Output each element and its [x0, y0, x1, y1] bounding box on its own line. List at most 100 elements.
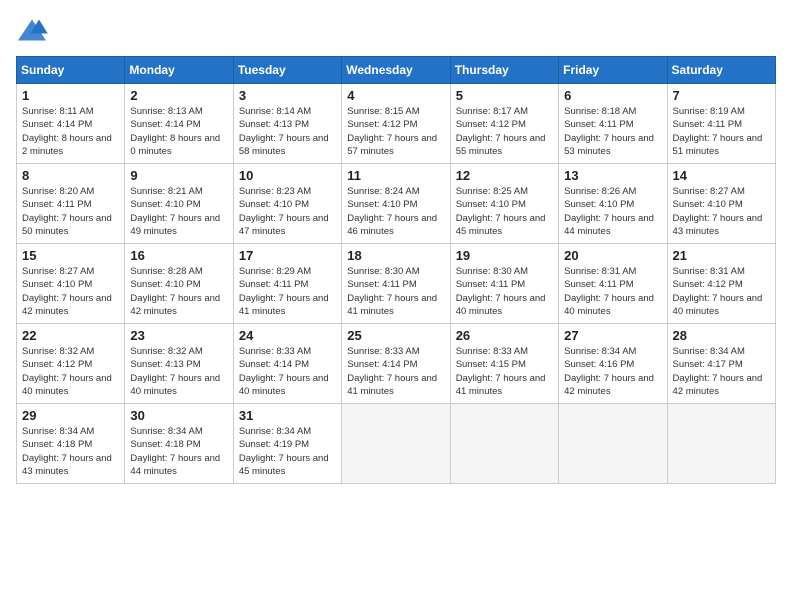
calendar-cell: 30 Sunrise: 8:34 AMSunset: 4:18 PMDayligh… [125, 404, 233, 484]
day-info: Sunrise: 8:25 AMSunset: 4:10 PMDaylight:… [456, 185, 553, 238]
calendar-cell: 27 Sunrise: 8:34 AMSunset: 4:16 PMDayligh… [559, 324, 667, 404]
calendar-cell: 1 Sunrise: 8:11 AMSunset: 4:14 PMDaylight… [17, 84, 125, 164]
day-info: Sunrise: 8:30 AMSunset: 4:11 PMDaylight:… [456, 265, 553, 318]
day-number: 18 [347, 248, 444, 263]
day-info: Sunrise: 8:33 AMSunset: 4:15 PMDaylight:… [456, 345, 553, 398]
calendar-cell: 12 Sunrise: 8:25 AMSunset: 4:10 PMDayligh… [450, 164, 558, 244]
calendar-cell: 3 Sunrise: 8:14 AMSunset: 4:13 PMDaylight… [233, 84, 341, 164]
day-number: 23 [130, 328, 227, 343]
day-number: 4 [347, 88, 444, 103]
day-info: Sunrise: 8:34 AMSunset: 4:18 PMDaylight:… [22, 425, 119, 478]
calendar-cell: 16Sunrise: 8:28 AMSunset: 4:10 PMDayligh… [125, 244, 233, 324]
calendar-cell: 23 Sunrise: 8:32 AMSunset: 4:13 PMDayligh… [125, 324, 233, 404]
calendar-cell: 31Sunrise: 8:34 AMSunset: 4:19 PMDayligh… [233, 404, 341, 484]
day-info: Sunrise: 8:27 AMSunset: 4:10 PMDaylight:… [673, 185, 770, 238]
calendar-cell: 2 Sunrise: 8:13 AMSunset: 4:14 PMDaylight… [125, 84, 233, 164]
day-number: 2 [130, 88, 227, 103]
day-number: 9 [130, 168, 227, 183]
calendar-cell: 14 Sunrise: 8:27 AMSunset: 4:10 PMDayligh… [667, 164, 775, 244]
calendar-cell: 29 Sunrise: 8:34 AMSunset: 4:18 PMDayligh… [17, 404, 125, 484]
day-number: 5 [456, 88, 553, 103]
calendar-cell: 6 Sunrise: 8:18 AMSunset: 4:11 PMDaylight… [559, 84, 667, 164]
day-number: 11 [347, 168, 444, 183]
logo-icon [16, 16, 48, 44]
day-number: 29 [22, 408, 119, 423]
day-info: Sunrise: 8:11 AMSunset: 4:14 PMDaylight:… [22, 105, 119, 158]
calendar-cell [559, 404, 667, 484]
day-number: 19 [456, 248, 553, 263]
calendar-cell: 15 Sunrise: 8:27 AMSunset: 4:10 PMDayligh… [17, 244, 125, 324]
calendar-cell: 18 Sunrise: 8:30 AMSunset: 4:11 PMDayligh… [342, 244, 450, 324]
calendar-cell: 26Sunrise: 8:33 AMSunset: 4:15 PMDayligh… [450, 324, 558, 404]
day-info: Sunrise: 8:31 AMSunset: 4:12 PMDaylight:… [673, 265, 770, 318]
page-header [16, 16, 776, 44]
calendar-cell: 17 Sunrise: 8:29 AMSunset: 4:11 PMDayligh… [233, 244, 341, 324]
calendar-cell: 28 Sunrise: 8:34 AMSunset: 4:17 PMDayligh… [667, 324, 775, 404]
day-info: Sunrise: 8:34 AMSunset: 4:17 PMDaylight:… [673, 345, 770, 398]
calendar-cell: 5Sunrise: 8:17 AMSunset: 4:12 PMDaylight… [450, 84, 558, 164]
calendar-cell: 11Sunrise: 8:24 AMSunset: 4:10 PMDayligh… [342, 164, 450, 244]
day-number: 13 [564, 168, 661, 183]
day-info: Sunrise: 8:33 AMSunset: 4:14 PMDaylight:… [347, 345, 444, 398]
day-info: Sunrise: 8:33 AMSunset: 4:14 PMDaylight:… [239, 345, 336, 398]
weekday-header: Thursday [450, 57, 558, 84]
day-number: 30 [130, 408, 227, 423]
day-info: Sunrise: 8:13 AMSunset: 4:14 PMDaylight:… [130, 105, 227, 158]
calendar-cell: 21Sunrise: 8:31 AMSunset: 4:12 PMDayligh… [667, 244, 775, 324]
day-number: 12 [456, 168, 553, 183]
calendar-cell [667, 404, 775, 484]
day-info: Sunrise: 8:23 AMSunset: 4:10 PMDaylight:… [239, 185, 336, 238]
calendar-cell: 22 Sunrise: 8:32 AMSunset: 4:12 PMDayligh… [17, 324, 125, 404]
day-info: Sunrise: 8:15 AMSunset: 4:12 PMDaylight:… [347, 105, 444, 158]
calendar-week-row: 29 Sunrise: 8:34 AMSunset: 4:18 PMDayligh… [17, 404, 776, 484]
logo [16, 16, 52, 44]
weekday-header: Saturday [667, 57, 775, 84]
calendar-week-row: 8Sunrise: 8:20 AMSunset: 4:11 PMDaylight… [17, 164, 776, 244]
calendar-cell: 19 Sunrise: 8:30 AMSunset: 4:11 PMDayligh… [450, 244, 558, 324]
weekday-header: Friday [559, 57, 667, 84]
day-info: Sunrise: 8:27 AMSunset: 4:10 PMDaylight:… [22, 265, 119, 318]
day-number: 3 [239, 88, 336, 103]
calendar-cell: 10 Sunrise: 8:23 AMSunset: 4:10 PMDayligh… [233, 164, 341, 244]
calendar-table: SundayMondayTuesdayWednesdayThursdayFrid… [16, 56, 776, 484]
day-info: Sunrise: 8:34 AMSunset: 4:16 PMDaylight:… [564, 345, 661, 398]
day-number: 31 [239, 408, 336, 423]
weekday-header: Sunday [17, 57, 125, 84]
day-number: 15 [22, 248, 119, 263]
calendar-week-row: 22 Sunrise: 8:32 AMSunset: 4:12 PMDayligh… [17, 324, 776, 404]
calendar-cell [450, 404, 558, 484]
calendar-cell: 9 Sunrise: 8:21 AMSunset: 4:10 PMDaylight… [125, 164, 233, 244]
day-info: Sunrise: 8:32 AMSunset: 4:13 PMDaylight:… [130, 345, 227, 398]
day-info: Sunrise: 8:30 AMSunset: 4:11 PMDaylight:… [347, 265, 444, 318]
calendar-cell: 4 Sunrise: 8:15 AMSunset: 4:12 PMDaylight… [342, 84, 450, 164]
day-number: 22 [22, 328, 119, 343]
day-info: Sunrise: 8:26 AMSunset: 4:10 PMDaylight:… [564, 185, 661, 238]
day-info: Sunrise: 8:14 AMSunset: 4:13 PMDaylight:… [239, 105, 336, 158]
day-info: Sunrise: 8:21 AMSunset: 4:10 PMDaylight:… [130, 185, 227, 238]
day-number: 28 [673, 328, 770, 343]
calendar-cell: 25 Sunrise: 8:33 AMSunset: 4:14 PMDayligh… [342, 324, 450, 404]
day-number: 16 [130, 248, 227, 263]
day-info: Sunrise: 8:29 AMSunset: 4:11 PMDaylight:… [239, 265, 336, 318]
calendar-cell [342, 404, 450, 484]
day-info: Sunrise: 8:31 AMSunset: 4:11 PMDaylight:… [564, 265, 661, 318]
day-number: 14 [673, 168, 770, 183]
day-info: Sunrise: 8:34 AMSunset: 4:18 PMDaylight:… [130, 425, 227, 478]
calendar-week-row: 1 Sunrise: 8:11 AMSunset: 4:14 PMDaylight… [17, 84, 776, 164]
day-number: 25 [347, 328, 444, 343]
day-number: 1 [22, 88, 119, 103]
day-number: 10 [239, 168, 336, 183]
calendar-cell: 7Sunrise: 8:19 AMSunset: 4:11 PMDaylight… [667, 84, 775, 164]
day-info: Sunrise: 8:32 AMSunset: 4:12 PMDaylight:… [22, 345, 119, 398]
calendar-cell: 24 Sunrise: 8:33 AMSunset: 4:14 PMDayligh… [233, 324, 341, 404]
day-number: 27 [564, 328, 661, 343]
day-number: 6 [564, 88, 661, 103]
day-number: 24 [239, 328, 336, 343]
calendar-cell: 20 Sunrise: 8:31 AMSunset: 4:11 PMDayligh… [559, 244, 667, 324]
calendar-cell: 8Sunrise: 8:20 AMSunset: 4:11 PMDaylight… [17, 164, 125, 244]
weekday-header: Tuesday [233, 57, 341, 84]
day-number: 17 [239, 248, 336, 263]
day-info: Sunrise: 8:18 AMSunset: 4:11 PMDaylight:… [564, 105, 661, 158]
day-info: Sunrise: 8:20 AMSunset: 4:11 PMDaylight:… [22, 185, 119, 238]
day-number: 20 [564, 248, 661, 263]
